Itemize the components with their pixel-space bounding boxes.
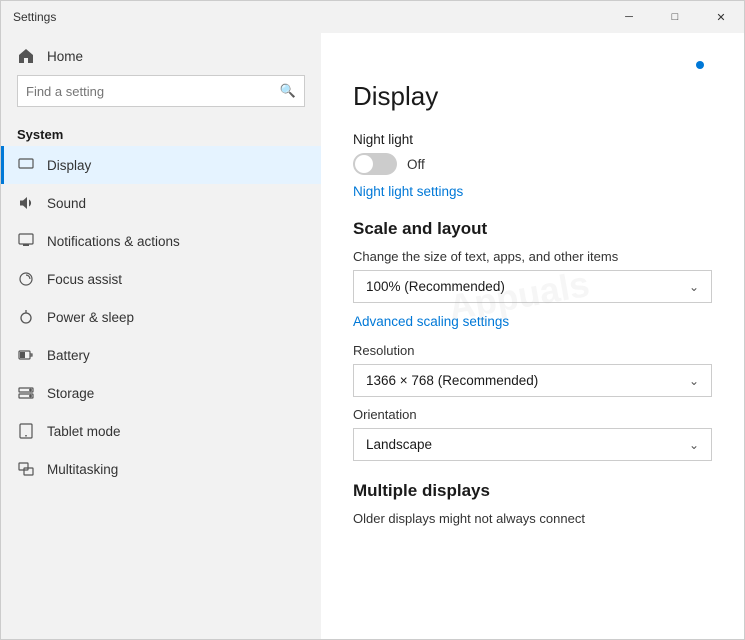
- power-icon: [17, 308, 35, 326]
- scale-layout-heading: Scale and layout: [353, 219, 712, 239]
- orientation-label: Orientation: [353, 407, 712, 422]
- storage-icon: [17, 384, 35, 402]
- sidebar-item-notifications[interactable]: Notifications & actions: [1, 222, 321, 260]
- night-light-toggle-row: Off: [353, 153, 712, 175]
- battery-icon: [17, 346, 35, 364]
- page-title: Display: [353, 81, 712, 112]
- sidebar-item-power[interactable]: Power & sleep: [1, 298, 321, 336]
- sidebar-section-system: System: [1, 119, 321, 146]
- scale-layout-section: Scale and layout Change the size of text…: [353, 219, 712, 461]
- sound-icon: [17, 194, 35, 212]
- orientation-chevron-icon: ⌄: [689, 438, 699, 452]
- monitor-decoration: [353, 57, 712, 81]
- settings-window: Settings ─ □ ✕ Home 🔍: [0, 0, 745, 640]
- resolution-group: Resolution 1366 × 768 (Recommended) ⌄: [353, 343, 712, 397]
- resolution-chevron-icon: ⌄: [689, 374, 699, 388]
- orientation-value: Landscape: [366, 437, 432, 452]
- sidebar-item-focus-label: Focus assist: [47, 272, 122, 287]
- resolution-dropdown[interactable]: 1366 × 768 (Recommended) ⌄: [353, 364, 712, 397]
- sidebar-item-battery[interactable]: Battery: [1, 336, 321, 374]
- orientation-group: Orientation Landscape ⌄: [353, 407, 712, 461]
- titlebar-controls: ─ □ ✕: [606, 1, 744, 33]
- close-button[interactable]: ✕: [698, 1, 744, 33]
- change-size-label: Change the size of text, apps, and other…: [353, 249, 712, 264]
- toggle-knob: [355, 155, 373, 173]
- titlebar-title: Settings: [13, 10, 56, 24]
- scale-dropdown[interactable]: 100% (Recommended) ⌄: [353, 270, 712, 303]
- sidebar-item-multitasking-label: Multitasking: [47, 462, 118, 477]
- sidebar-item-tablet[interactable]: Tablet mode: [1, 412, 321, 450]
- advanced-scaling-link[interactable]: Advanced scaling settings: [353, 314, 509, 329]
- scale-value: 100% (Recommended): [366, 279, 505, 294]
- sidebar-item-multitasking[interactable]: Multitasking: [1, 450, 321, 488]
- night-light-toggle[interactable]: [353, 153, 397, 175]
- monitor-icon: [688, 57, 712, 81]
- sidebar-item-display-label: Display: [47, 158, 91, 173]
- orientation-dropdown[interactable]: Landscape ⌄: [353, 428, 712, 461]
- search-input[interactable]: [18, 84, 280, 99]
- sidebar: Home 🔍 System Display: [1, 33, 321, 639]
- night-light-label: Night light: [353, 132, 712, 147]
- display-icon: [17, 156, 35, 174]
- maximize-button[interactable]: □: [652, 1, 698, 33]
- sidebar-item-battery-label: Battery: [47, 348, 90, 363]
- sidebar-item-storage[interactable]: Storage: [1, 374, 321, 412]
- sidebar-item-storage-label: Storage: [47, 386, 94, 401]
- sidebar-item-sound-label: Sound: [47, 196, 86, 211]
- sidebar-item-sound[interactable]: Sound: [1, 184, 321, 222]
- home-icon: [17, 47, 35, 65]
- sidebar-item-home[interactable]: Home: [1, 33, 321, 71]
- content-area: Home 🔍 System Display: [1, 33, 744, 639]
- sidebar-item-tablet-label: Tablet mode: [47, 424, 121, 439]
- sidebar-item-home-label: Home: [47, 49, 83, 64]
- night-light-section: Night light Off Night light settings: [353, 132, 712, 199]
- minimize-button[interactable]: ─: [606, 1, 652, 33]
- multiple-displays-section: Multiple displays Older displays might n…: [353, 481, 712, 526]
- multiple-displays-heading: Multiple displays: [353, 481, 712, 501]
- resolution-label: Resolution: [353, 343, 712, 358]
- scale-chevron-icon: ⌄: [689, 280, 699, 294]
- resolution-value: 1366 × 768 (Recommended): [366, 373, 538, 388]
- night-light-settings-link[interactable]: Night light settings: [353, 184, 463, 199]
- sidebar-item-display[interactable]: Display: [1, 146, 321, 184]
- multiple-displays-description: Older displays might not always connect: [353, 511, 712, 526]
- notifications-icon: [17, 232, 35, 250]
- tablet-icon: [17, 422, 35, 440]
- focus-icon: [17, 270, 35, 288]
- night-light-state: Off: [407, 157, 425, 172]
- multitasking-icon: [17, 460, 35, 478]
- sidebar-item-focus[interactable]: Focus assist: [1, 260, 321, 298]
- search-icon: 🔍: [280, 83, 304, 99]
- sidebar-item-notifications-label: Notifications & actions: [47, 234, 180, 249]
- titlebar: Settings ─ □ ✕: [1, 1, 744, 33]
- sidebar-item-power-label: Power & sleep: [47, 310, 134, 325]
- main-content: Appuals Display Night light Off Night li…: [321, 33, 744, 639]
- search-box[interactable]: 🔍: [17, 75, 305, 107]
